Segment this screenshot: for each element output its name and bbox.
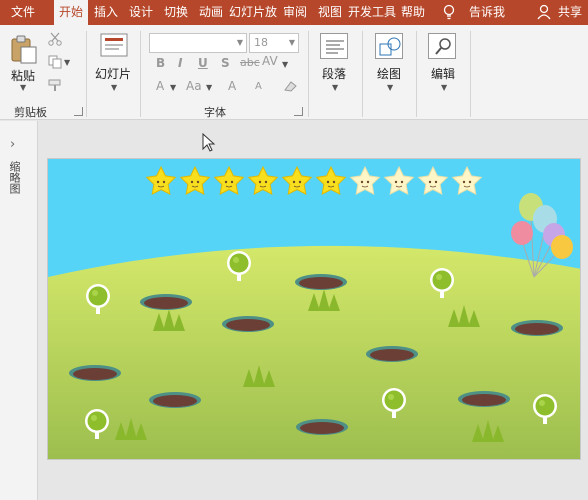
drawing-dropdown-icon[interactable]: ▼ <box>387 83 393 92</box>
copy-icon[interactable] <box>48 55 62 69</box>
drawing-shapes-icon[interactable] <box>375 33 403 59</box>
slide-scene <box>48 159 580 459</box>
separator <box>362 31 363 117</box>
lightbulb-icon[interactable] <box>442 4 456 21</box>
change-case-button[interactable]: Aa <box>186 79 202 93</box>
mole-hole[interactable] <box>458 391 510 407</box>
italic-button[interactable]: I <box>178 56 182 70</box>
mole-hole[interactable] <box>149 392 201 408</box>
separator <box>86 31 87 117</box>
copy-dropdown-icon[interactable]: ▼ <box>64 58 70 67</box>
thumbnail-rail: › 缩略图 <box>0 121 38 500</box>
new-slide-label[interactable]: 幻灯片 <box>95 65 131 82</box>
tab-insert[interactable]: 插入 <box>89 0 123 25</box>
mouse-cursor-icon <box>202 133 216 152</box>
paste-label[interactable]: 粘贴 <box>11 67 35 84</box>
character-spacing-button[interactable]: AV <box>262 54 278 68</box>
share-button[interactable]: 共享 <box>555 0 585 25</box>
ribbon-tab-bar: 文件 开始 插入 设计 切换 动画 幻灯片放 审阅 视图 开发工具 帮助 告诉我… <box>0 0 588 25</box>
thumbnail-label[interactable]: 缩略图 <box>8 161 22 194</box>
drawing-label[interactable]: 绘图 <box>377 65 401 82</box>
mole-hole[interactable] <box>295 274 347 290</box>
font-launcher-icon[interactable] <box>294 107 303 116</box>
underline-button[interactable]: U <box>198 56 208 70</box>
mole-hole[interactable] <box>296 419 348 435</box>
search-icon[interactable] <box>428 33 456 59</box>
tab-review[interactable]: 审阅 <box>278 0 312 25</box>
text-shadow-button[interactable]: S <box>221 56 230 70</box>
paragraph-dropdown-icon[interactable]: ▼ <box>332 83 338 92</box>
new-slide-dropdown-icon[interactable]: ▼ <box>111 83 117 92</box>
font-group-label: 字体 <box>204 106 226 119</box>
paste-dropdown-icon[interactable]: ▼ <box>20 83 26 92</box>
strikethrough-button[interactable]: abc <box>240 56 260 69</box>
font-name-combo[interactable]: ▼ <box>149 33 247 53</box>
clear-formatting-icon[interactable] <box>282 79 298 93</box>
separator <box>308 31 309 117</box>
mole-hole[interactable] <box>222 316 274 332</box>
editing-label[interactable]: 编辑 <box>431 65 455 82</box>
expand-thumbnails-icon[interactable]: › <box>10 137 15 152</box>
tab-file[interactable]: 文件 <box>4 0 42 25</box>
decrease-font-button[interactable]: A <box>255 81 262 92</box>
slide-canvas[interactable] <box>47 158 581 460</box>
paragraph-label[interactable]: 段落 <box>322 65 346 82</box>
tab-design[interactable]: 设计 <box>124 0 158 25</box>
tab-animations[interactable]: 动画 <box>194 0 228 25</box>
clipboard-group-label: 剪贴板 <box>14 106 47 119</box>
new-slide-icon[interactable] <box>100 33 128 59</box>
spacing-dropdown-icon[interactable]: ▼ <box>282 60 288 69</box>
separator <box>470 31 471 117</box>
clipboard-launcher-icon[interactable] <box>74 107 83 116</box>
tab-home[interactable]: 开始 <box>54 0 88 25</box>
mole-hole[interactable] <box>366 346 418 362</box>
font-color-dropdown-icon[interactable]: ▼ <box>170 83 176 92</box>
editing-dropdown-icon[interactable]: ▼ <box>441 83 447 92</box>
paragraph-icon[interactable] <box>320 33 348 59</box>
format-painter-icon[interactable] <box>48 78 64 92</box>
mole-hole[interactable] <box>140 294 192 310</box>
mole-hole[interactable] <box>511 320 563 336</box>
bold-button[interactable]: B <box>156 56 165 70</box>
paste-icon[interactable] <box>10 35 38 65</box>
font-size-combo[interactable]: 18 ▼ <box>249 33 299 53</box>
tell-me-search[interactable]: 告诉我 <box>466 0 508 25</box>
ribbon-home: 粘贴 ▼ ▼ 剪贴板 幻灯片 ▼ ▼ 18 ▼ B I U S abc AV ▼ … <box>0 25 588 120</box>
separator <box>140 31 141 117</box>
tab-developer[interactable]: 开发工具 <box>348 0 396 25</box>
tab-transitions[interactable]: 切换 <box>159 0 193 25</box>
increase-font-button[interactable]: A <box>228 79 236 93</box>
person-icon[interactable] <box>537 4 551 20</box>
tab-view[interactable]: 视图 <box>313 0 347 25</box>
font-color-button[interactable]: A <box>156 79 164 93</box>
tab-slideshow[interactable]: 幻灯片放 <box>229 0 277 25</box>
case-dropdown-icon[interactable]: ▼ <box>206 83 212 92</box>
mole-hole[interactable] <box>69 365 121 381</box>
cut-icon[interactable] <box>48 32 62 46</box>
tab-help[interactable]: 帮助 <box>397 0 429 25</box>
separator <box>416 31 417 117</box>
